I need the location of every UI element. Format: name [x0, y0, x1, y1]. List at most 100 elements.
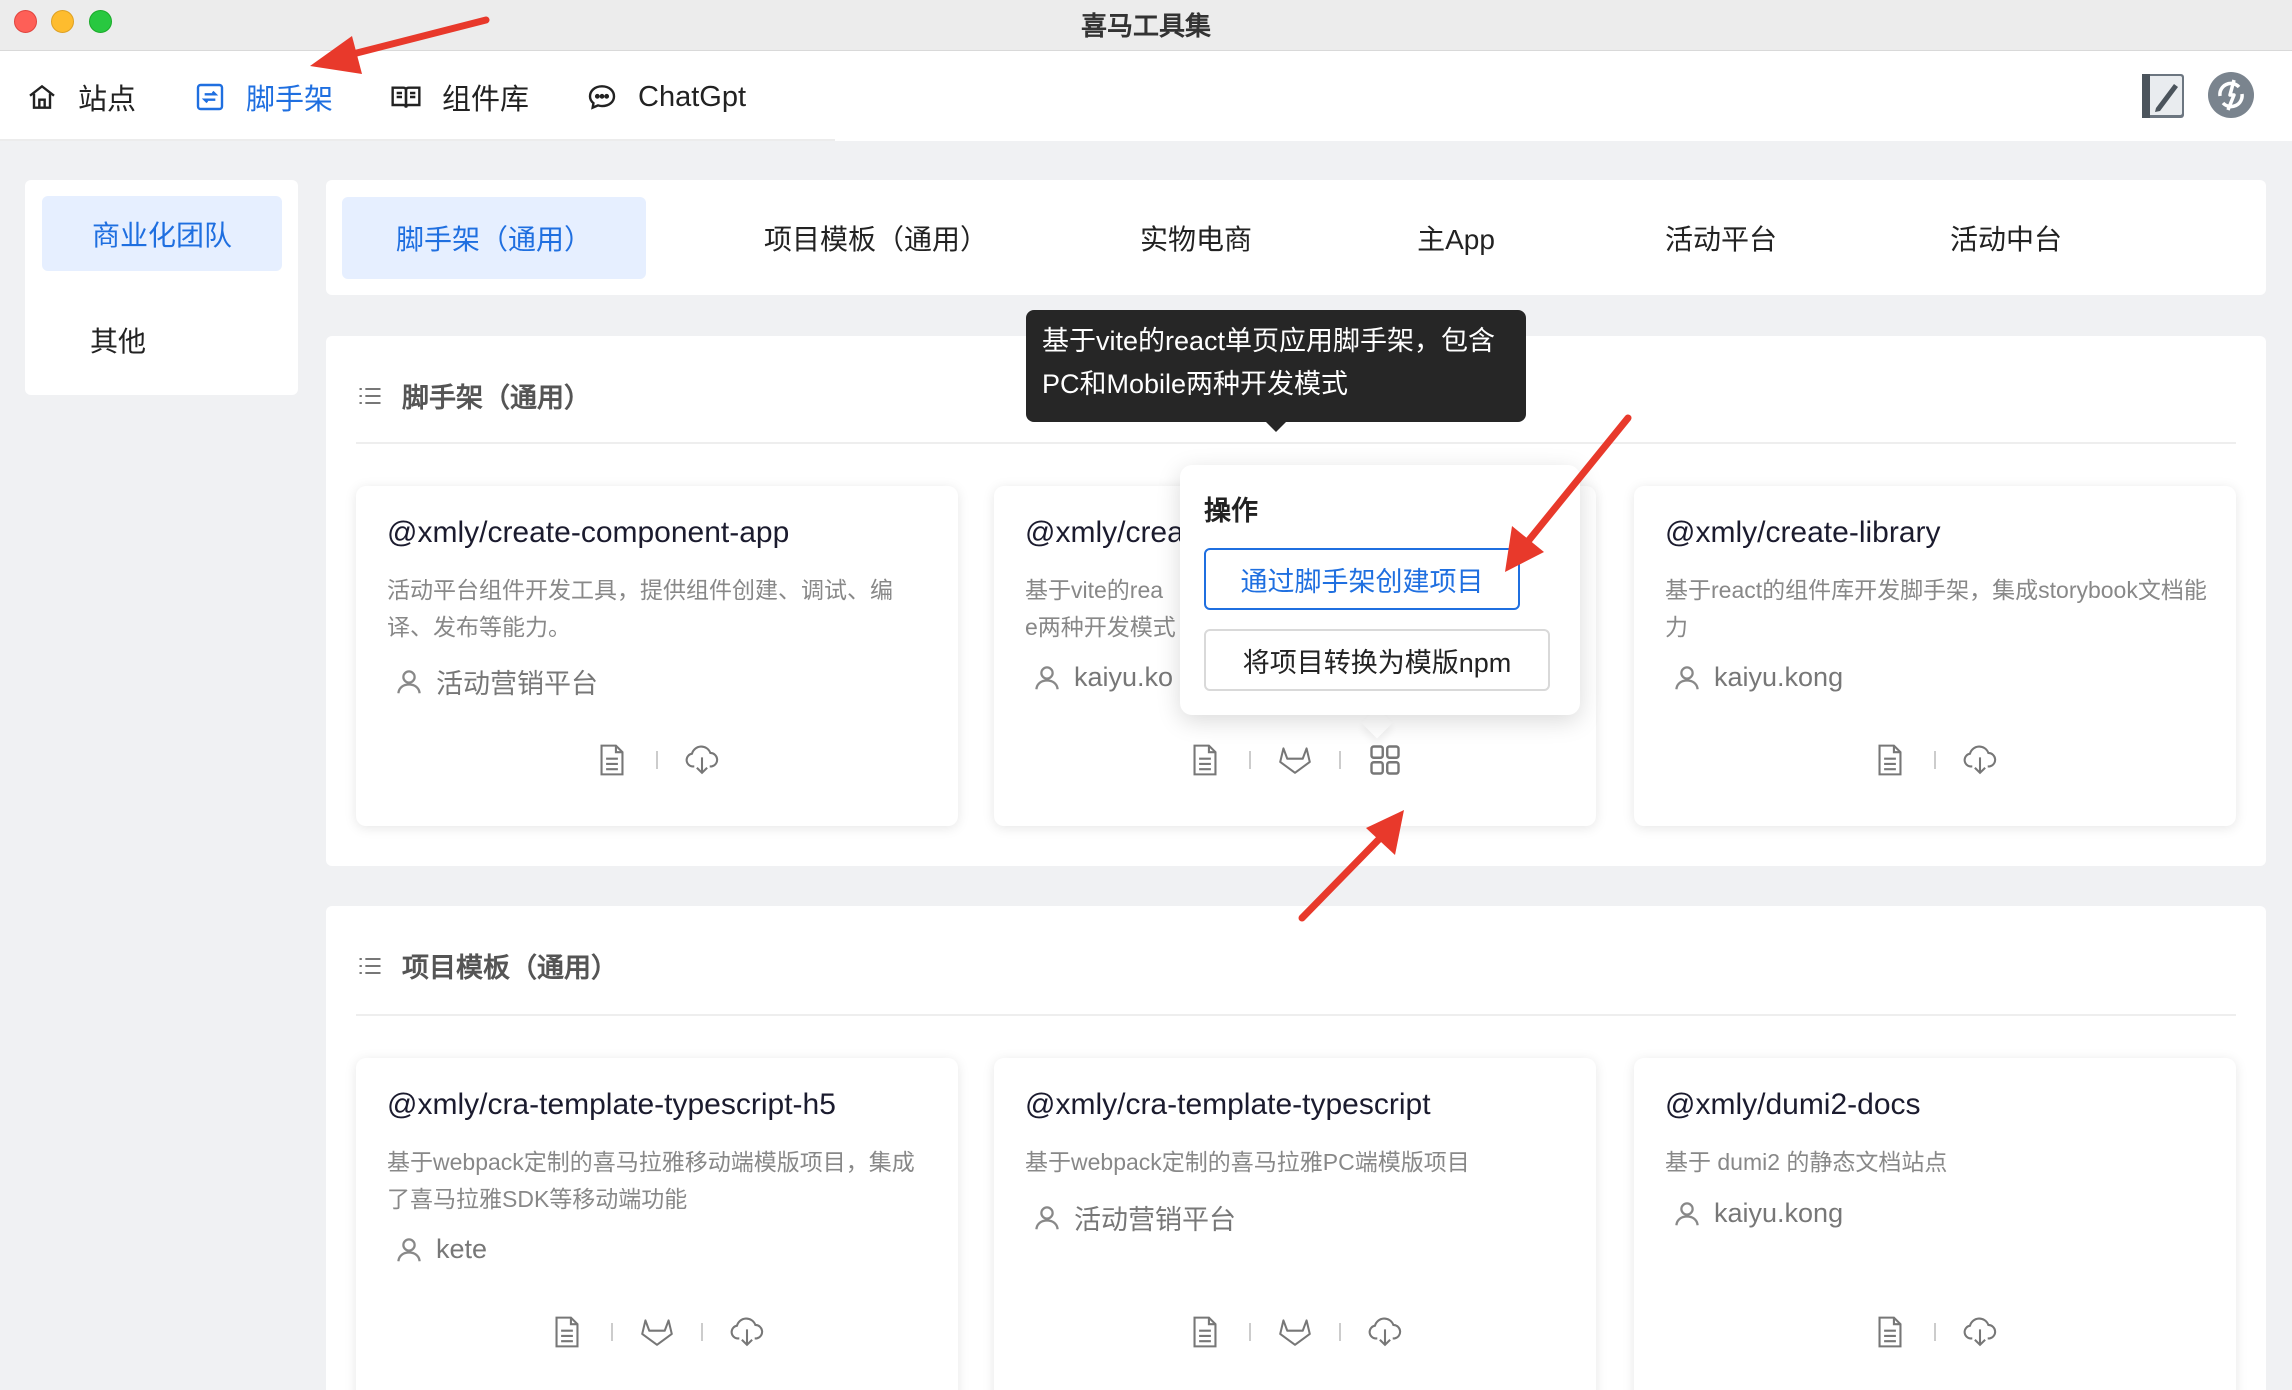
home-icon [29, 84, 55, 109]
grid-icon[interactable] [1367, 742, 1403, 778]
section-divider [356, 442, 2236, 444]
author-name: kaiyu.kong [1714, 1198, 1844, 1228]
action-separator [1339, 751, 1341, 769]
button-label: 通过脚手架创建项目 [1240, 566, 1484, 597]
gitlab-icon[interactable] [639, 1314, 675, 1350]
card-description: 基于react的组件库开发脚手架，集成storybook文档能力 [1665, 577, 2207, 640]
scaffold-icon [196, 83, 224, 111]
card-author: 活动营销平台 [394, 662, 598, 701]
tab-label: 主App [1417, 224, 1495, 255]
nav-item-sites[interactable]: 站点 [26, 76, 136, 118]
tab-scaffold-general[interactable]: 脚手架（通用） [342, 197, 646, 279]
download-icon[interactable] [684, 742, 720, 778]
user-icon [397, 669, 421, 693]
author-name: 活动营销平台 [1074, 1205, 1236, 1235]
tab-activity-platform[interactable]: 活动平台 [1626, 197, 1816, 279]
section-project-template: 项目模板（通用） @xmly/cra-template-typescript-h… [326, 906, 2266, 1390]
nav-item-chatgpt[interactable]: ChatGpt [586, 76, 746, 118]
tab-label: 活动平台 [1664, 224, 1777, 255]
section-title: 脚手架（通用） [402, 383, 591, 413]
card-description: 活动平台组件开发工具，提供组件创建、调试、编译、发布等能力。 [387, 577, 893, 640]
chat-icon [588, 85, 616, 110]
card-title: @xmly/crea [1025, 516, 1184, 549]
author-name: kete [436, 1234, 488, 1264]
author-name: kaiyu.ko [1074, 662, 1174, 692]
author-name: kaiyu.kong [1714, 662, 1844, 692]
window-title: 喜马工具集 [1080, 11, 1211, 41]
user-icon [1035, 1205, 1059, 1229]
button-label: 将项目转换为模版npm [1242, 647, 1512, 678]
package-card[interactable]: @xmly/create-library 基于react的组件库开发脚手架，集成… [1634, 486, 2236, 826]
download-icon[interactable] [1367, 1314, 1403, 1350]
section-header: 项目模板（通用） [356, 946, 618, 985]
sync-icon[interactable] [2206, 70, 2256, 120]
tab-main-app[interactable]: 主App [1366, 197, 1546, 279]
team-sidebar: 商业化团队 其他 [25, 180, 298, 395]
card-actions [356, 742, 958, 778]
tab-label: 脚手架（通用） [395, 224, 592, 255]
card-description: 基于 dumi2 的静态文档站点 [1665, 1149, 1948, 1175]
download-icon[interactable] [729, 1314, 765, 1350]
package-card[interactable]: @xmly/cra-template-typescript 基于webpack定… [994, 1058, 1596, 1390]
action-separator [701, 1323, 703, 1341]
author-name: 活动营销平台 [436, 669, 598, 699]
user-icon [1035, 665, 1059, 689]
doc-icon[interactable] [1187, 742, 1223, 778]
card-author: 活动营销平台 [1032, 1198, 1236, 1237]
package-card[interactable]: @xmly/dumi2-docs 基于 dumi2 的静态文档站点 kaiyu.… [1634, 1058, 2236, 1390]
nav-item-scaffold[interactable]: 脚手架 [194, 76, 333, 118]
sidebar-item-label: 商业化团队 [91, 219, 232, 251]
doc-icon[interactable] [549, 1314, 585, 1350]
doc-icon[interactable] [594, 742, 630, 778]
gitlab-icon[interactable] [1277, 742, 1313, 778]
download-icon[interactable] [1962, 1314, 1998, 1350]
action-separator [611, 1323, 613, 1341]
sidebar-item-other[interactable]: 其他 [42, 302, 282, 377]
action-separator [1934, 751, 1936, 769]
card-actions [994, 1314, 1596, 1350]
doc-icon[interactable] [1187, 1314, 1223, 1350]
convert-to-template-npm-button[interactable]: 将项目转换为模版npm [1204, 629, 1550, 691]
action-separator [1249, 1323, 1251, 1341]
action-separator [1339, 1323, 1341, 1341]
notebook-icon[interactable] [2138, 70, 2188, 120]
sidebar-item-label: 其他 [90, 325, 147, 357]
doc-icon[interactable] [1872, 742, 1908, 778]
actions-popover: 操作 通过脚手架创建项目 将项目转换为模版npm [1180, 465, 1580, 715]
nav-item-components[interactable]: 组件库 [390, 76, 529, 118]
package-card[interactable]: @xmly/cra-template-typescript-h5 基于webpa… [356, 1058, 958, 1390]
card-actions [1634, 1314, 2236, 1350]
tab-project-template-general[interactable]: 项目模板（通用） [726, 197, 1026, 279]
popover-title: 操作 [1204, 496, 1258, 526]
tab-ecommerce[interactable]: 实物电商 [1096, 197, 1296, 279]
description-tooltip: 基于vite的react单页应用脚手架，包含PC和Mobile两种开发模式 [1026, 310, 1526, 422]
card-author: kaiyu.ko [1032, 662, 1173, 693]
section-title: 项目模板（通用） [402, 953, 618, 983]
nav-item-label: 脚手架 [246, 84, 334, 116]
nav-item-label: ChatGpt [638, 80, 746, 113]
nav-item-label: 组件库 [442, 84, 530, 116]
user-icon [1675, 1201, 1699, 1225]
card-description: 基于webpack定制的喜马拉雅PC端模版项目 [1025, 1149, 1470, 1175]
action-separator [656, 751, 658, 769]
category-tabs: 脚手架（通用） 项目模板（通用） 实物电商 主App 活动平台 活动中台 [326, 180, 2266, 295]
doc-icon[interactable] [1872, 1314, 1908, 1350]
nav-divider [0, 139, 835, 141]
tooltip-arrow [1264, 420, 1288, 432]
list-icon [359, 957, 381, 974]
list-icon [359, 387, 381, 404]
create-project-button[interactable]: 通过脚手架创建项目 [1204, 548, 1520, 610]
book-icon [391, 86, 421, 108]
action-separator [1934, 1323, 1936, 1341]
user-icon [1675, 665, 1699, 689]
card-title: @xmly/create-component-app [387, 516, 790, 549]
card-description: 基于webpack定制的喜马拉雅移动端模版项目，集成了喜马拉雅SDK等移动端功能 [387, 1149, 915, 1212]
package-card[interactable]: @xmly/create-component-app 活动平台组件开发工具，提供… [356, 486, 958, 826]
nav-item-label: 站点 [78, 84, 137, 116]
download-icon[interactable] [1962, 742, 1998, 778]
sidebar-item-commercial-team[interactable]: 商业化团队 [42, 196, 282, 271]
title-bar: 喜马工具集 [0, 0, 2292, 51]
card-author: kaiyu.kong [1672, 662, 1843, 693]
gitlab-icon[interactable] [1277, 1314, 1313, 1350]
tab-activity-middle[interactable]: 活动中台 [1906, 197, 2106, 279]
